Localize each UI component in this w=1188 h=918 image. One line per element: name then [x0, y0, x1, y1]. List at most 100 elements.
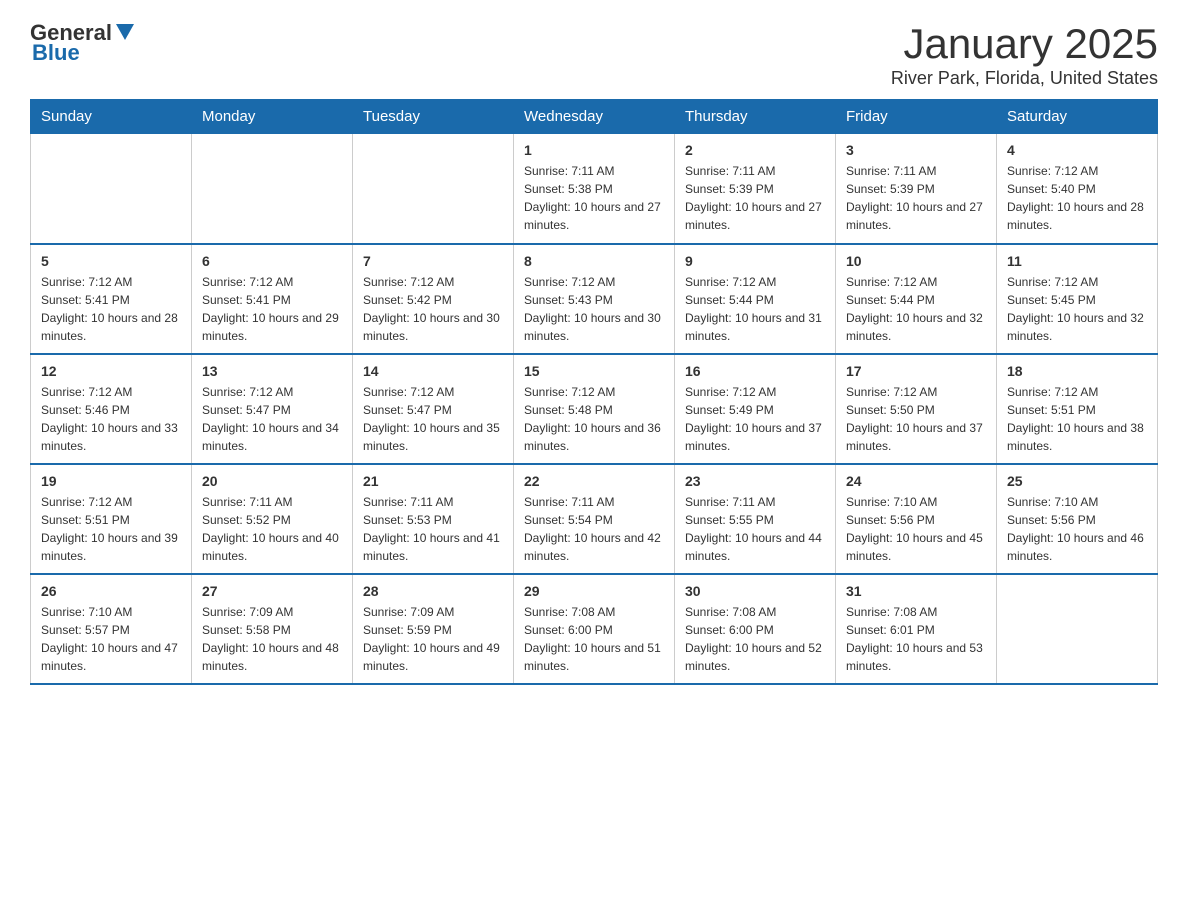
day-number: 23	[685, 473, 825, 489]
day-number: 27	[202, 583, 342, 599]
day-info: Sunrise: 7:12 AMSunset: 5:41 PMDaylight:…	[41, 273, 181, 345]
calendar-cell: 16 Sunrise: 7:12 AMSunset: 5:49 PMDayligh…	[675, 354, 836, 464]
calendar-cell: 10Sunrise: 7:12 AMSunset: 5:44 PMDayligh…	[836, 244, 997, 354]
day-info: Sunrise: 7:12 AMSunset: 5:42 PMDaylight:…	[363, 273, 503, 345]
logo-blue: Blue	[32, 40, 80, 66]
week-row-4: 19 Sunrise: 7:12 AMSunset: 5:51 PMDayligh…	[31, 464, 1158, 574]
day-number: 21	[363, 473, 503, 489]
day-number: 17	[846, 363, 986, 379]
day-number: 19	[41, 473, 181, 489]
day-number: 11	[1007, 253, 1147, 269]
day-info: Sunrise: 7:10 AMSunset: 5:56 PMDaylight:…	[1007, 493, 1147, 565]
calendar-cell: 28Sunrise: 7:09 AMSunset: 5:59 PMDayligh…	[353, 574, 514, 684]
day-info: Sunrise: 7:12 AMSunset: 5:50 PMDaylight:…	[846, 383, 986, 455]
weekday-header-tuesday: Tuesday	[353, 100, 514, 134]
weekday-header-thursday: Thursday	[675, 100, 836, 134]
weekday-header-saturday: Saturday	[997, 100, 1158, 134]
weekday-header-wednesday: Wednesday	[514, 100, 675, 134]
day-info: Sunrise: 7:11 AMSunset: 5:39 PMDaylight:…	[685, 162, 825, 234]
day-number: 6	[202, 253, 342, 269]
week-row-5: 26Sunrise: 7:10 AMSunset: 5:57 PMDayligh…	[31, 574, 1158, 684]
day-info: Sunrise: 7:10 AMSunset: 5:56 PMDaylight:…	[846, 493, 986, 565]
calendar-cell: 17 Sunrise: 7:12 AMSunset: 5:50 PMDayligh…	[836, 354, 997, 464]
calendar-cell: 4 Sunrise: 7:12 AMSunset: 5:40 PMDaylight…	[997, 134, 1158, 244]
calendar-cell: 7Sunrise: 7:12 AMSunset: 5:42 PMDaylight…	[353, 244, 514, 354]
day-info: Sunrise: 7:12 AMSunset: 5:51 PMDaylight:…	[1007, 383, 1147, 455]
weekday-header-sunday: Sunday	[31, 100, 192, 134]
calendar-cell: 19 Sunrise: 7:12 AMSunset: 5:51 PMDayligh…	[31, 464, 192, 574]
calendar-cell: 21 Sunrise: 7:11 AMSunset: 5:53 PMDayligh…	[353, 464, 514, 574]
calendar-cell: 14Sunrise: 7:12 AMSunset: 5:47 PMDayligh…	[353, 354, 514, 464]
day-number: 20	[202, 473, 342, 489]
day-info: Sunrise: 7:12 AMSunset: 5:51 PMDaylight:…	[41, 493, 181, 565]
calendar-cell: 8Sunrise: 7:12 AMSunset: 5:43 PMDaylight…	[514, 244, 675, 354]
title-block: January 2025 River Park, Florida, United…	[891, 20, 1158, 89]
day-number: 2	[685, 142, 825, 158]
day-number: 12	[41, 363, 181, 379]
calendar-cell: 30Sunrise: 7:08 AMSunset: 6:00 PMDayligh…	[675, 574, 836, 684]
day-number: 1	[524, 142, 664, 158]
day-number: 29	[524, 583, 664, 599]
day-number: 24	[846, 473, 986, 489]
calendar-cell: 1 Sunrise: 7:11 AMSunset: 5:38 PMDaylight…	[514, 134, 675, 244]
day-info: Sunrise: 7:12 AMSunset: 5:41 PMDaylight:…	[202, 273, 342, 345]
day-info: Sunrise: 7:11 AMSunset: 5:54 PMDaylight:…	[524, 493, 664, 565]
day-number: 4	[1007, 142, 1147, 158]
calendar-cell: 11 Sunrise: 7:12 AMSunset: 5:45 PMDayligh…	[997, 244, 1158, 354]
week-row-3: 12Sunrise: 7:12 AMSunset: 5:46 PMDayligh…	[31, 354, 1158, 464]
calendar-cell: 5 Sunrise: 7:12 AMSunset: 5:41 PMDaylight…	[31, 244, 192, 354]
day-number: 3	[846, 142, 986, 158]
calendar-cell: 31 Sunrise: 7:08 AMSunset: 6:01 PMDayligh…	[836, 574, 997, 684]
location-title: River Park, Florida, United States	[891, 68, 1158, 89]
calendar-cell: 23 Sunrise: 7:11 AMSunset: 5:55 PMDayligh…	[675, 464, 836, 574]
day-info: Sunrise: 7:12 AMSunset: 5:49 PMDaylight:…	[685, 383, 825, 455]
day-number: 5	[41, 253, 181, 269]
day-number: 8	[524, 253, 664, 269]
day-info: Sunrise: 7:10 AMSunset: 5:57 PMDaylight:…	[41, 603, 181, 675]
calendar-cell	[997, 574, 1158, 684]
day-number: 9	[685, 253, 825, 269]
page-header: General Blue January 2025 River Park, Fl…	[30, 20, 1158, 89]
day-info: Sunrise: 7:11 AMSunset: 5:52 PMDaylight:…	[202, 493, 342, 565]
week-row-1: 1 Sunrise: 7:11 AMSunset: 5:38 PMDaylight…	[31, 134, 1158, 244]
day-info: Sunrise: 7:12 AMSunset: 5:45 PMDaylight:…	[1007, 273, 1147, 345]
day-info: Sunrise: 7:11 AMSunset: 5:38 PMDaylight:…	[524, 162, 664, 234]
day-number: 28	[363, 583, 503, 599]
calendar-cell: 6 Sunrise: 7:12 AMSunset: 5:41 PMDaylight…	[192, 244, 353, 354]
day-info: Sunrise: 7:12 AMSunset: 5:40 PMDaylight:…	[1007, 162, 1147, 234]
calendar-cell: 27 Sunrise: 7:09 AMSunset: 5:58 PMDayligh…	[192, 574, 353, 684]
calendar-cell: 22 Sunrise: 7:11 AMSunset: 5:54 PMDayligh…	[514, 464, 675, 574]
calendar-cell: 25 Sunrise: 7:10 AMSunset: 5:56 PMDayligh…	[997, 464, 1158, 574]
day-info: Sunrise: 7:09 AMSunset: 5:58 PMDaylight:…	[202, 603, 342, 675]
calendar-cell: 15 Sunrise: 7:12 AMSunset: 5:48 PMDayligh…	[514, 354, 675, 464]
day-number: 13	[202, 363, 342, 379]
calendar-cell: 13 Sunrise: 7:12 AMSunset: 5:47 PMDayligh…	[192, 354, 353, 464]
calendar-table: SundayMondayTuesdayWednesdayThursdayFrid…	[30, 99, 1158, 685]
weekday-header-friday: Friday	[836, 100, 997, 134]
day-info: Sunrise: 7:11 AMSunset: 5:53 PMDaylight:…	[363, 493, 503, 565]
calendar-cell: 29Sunrise: 7:08 AMSunset: 6:00 PMDayligh…	[514, 574, 675, 684]
day-number: 22	[524, 473, 664, 489]
calendar-cell: 9Sunrise: 7:12 AMSunset: 5:44 PMDaylight…	[675, 244, 836, 354]
calendar-cell: 3 Sunrise: 7:11 AMSunset: 5:39 PMDaylight…	[836, 134, 997, 244]
calendar-cell	[353, 134, 514, 244]
weekday-header-monday: Monday	[192, 100, 353, 134]
day-number: 31	[846, 583, 986, 599]
calendar-cell: 26Sunrise: 7:10 AMSunset: 5:57 PMDayligh…	[31, 574, 192, 684]
calendar-cell	[31, 134, 192, 244]
day-info: Sunrise: 7:08 AMSunset: 6:01 PMDaylight:…	[846, 603, 986, 675]
day-info: Sunrise: 7:12 AMSunset: 5:47 PMDaylight:…	[363, 383, 503, 455]
day-info: Sunrise: 7:11 AMSunset: 5:55 PMDaylight:…	[685, 493, 825, 565]
day-number: 10	[846, 253, 986, 269]
day-info: Sunrise: 7:12 AMSunset: 5:48 PMDaylight:…	[524, 383, 664, 455]
calendar-cell: 12Sunrise: 7:12 AMSunset: 5:46 PMDayligh…	[31, 354, 192, 464]
month-title: January 2025	[891, 20, 1158, 68]
day-number: 30	[685, 583, 825, 599]
day-info: Sunrise: 7:11 AMSunset: 5:39 PMDaylight:…	[846, 162, 986, 234]
day-info: Sunrise: 7:12 AMSunset: 5:47 PMDaylight:…	[202, 383, 342, 455]
day-number: 15	[524, 363, 664, 379]
day-number: 16	[685, 363, 825, 379]
calendar-cell: 20 Sunrise: 7:11 AMSunset: 5:52 PMDayligh…	[192, 464, 353, 574]
day-number: 25	[1007, 473, 1147, 489]
calendar-cell: 18Sunrise: 7:12 AMSunset: 5:51 PMDayligh…	[997, 354, 1158, 464]
